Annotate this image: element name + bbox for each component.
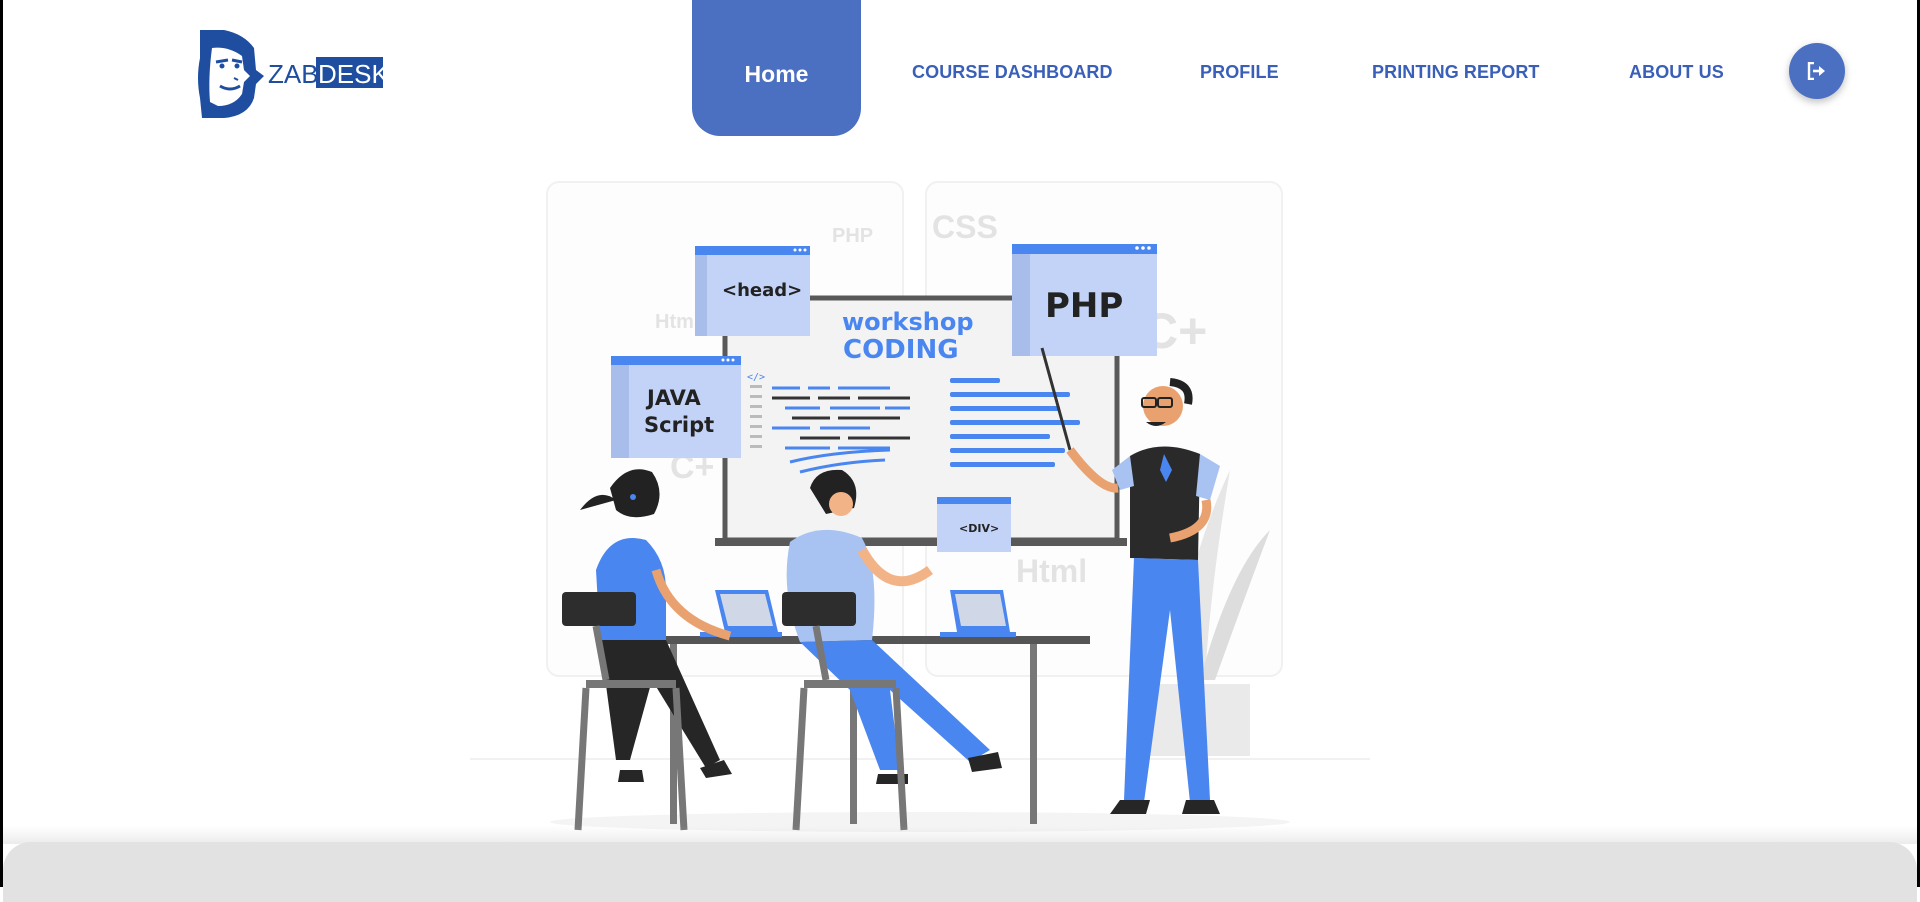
code-tag: </>: [747, 372, 765, 383]
card-js-label-1: JAVA: [645, 386, 701, 410]
main-nav: Home COURSE DASHBOARD PROFILE PRINTING R…: [0, 0, 1920, 140]
bg-text-html: Html: [1016, 553, 1087, 589]
logout-button[interactable]: [1789, 43, 1845, 99]
bg-text-htm: Htm: [655, 311, 694, 333]
card-php-label: PHP: [1045, 286, 1123, 326]
nav-printing-report[interactable]: PRINTING REPORT: [1372, 62, 1540, 83]
card-div-label: <DIV>: [959, 522, 999, 535]
coding-workshop-illustration: PHP CSS Htm C+ C+ Html workshop CODING <…: [470, 181, 1370, 832]
nav-profile[interactable]: PROFILE: [1200, 62, 1279, 83]
bg-text-css: CSS: [932, 209, 998, 245]
card-js-label-2: Script: [644, 413, 714, 437]
board-title-workshop: workshop: [842, 308, 974, 336]
sign-out-icon: [1807, 62, 1825, 80]
board-title-coding: CODING: [843, 335, 959, 365]
nav-home-label: Home: [744, 60, 809, 87]
bg-text-php: PHP: [832, 225, 873, 247]
nav-about-us[interactable]: ABOUT US: [1629, 62, 1724, 83]
nav-course-dashboard[interactable]: COURSE DASHBOARD: [912, 62, 1113, 83]
card-head-label: <head>: [722, 280, 802, 301]
nav-home[interactable]: Home: [692, 0, 861, 136]
footer-panel: [3, 842, 1917, 902]
